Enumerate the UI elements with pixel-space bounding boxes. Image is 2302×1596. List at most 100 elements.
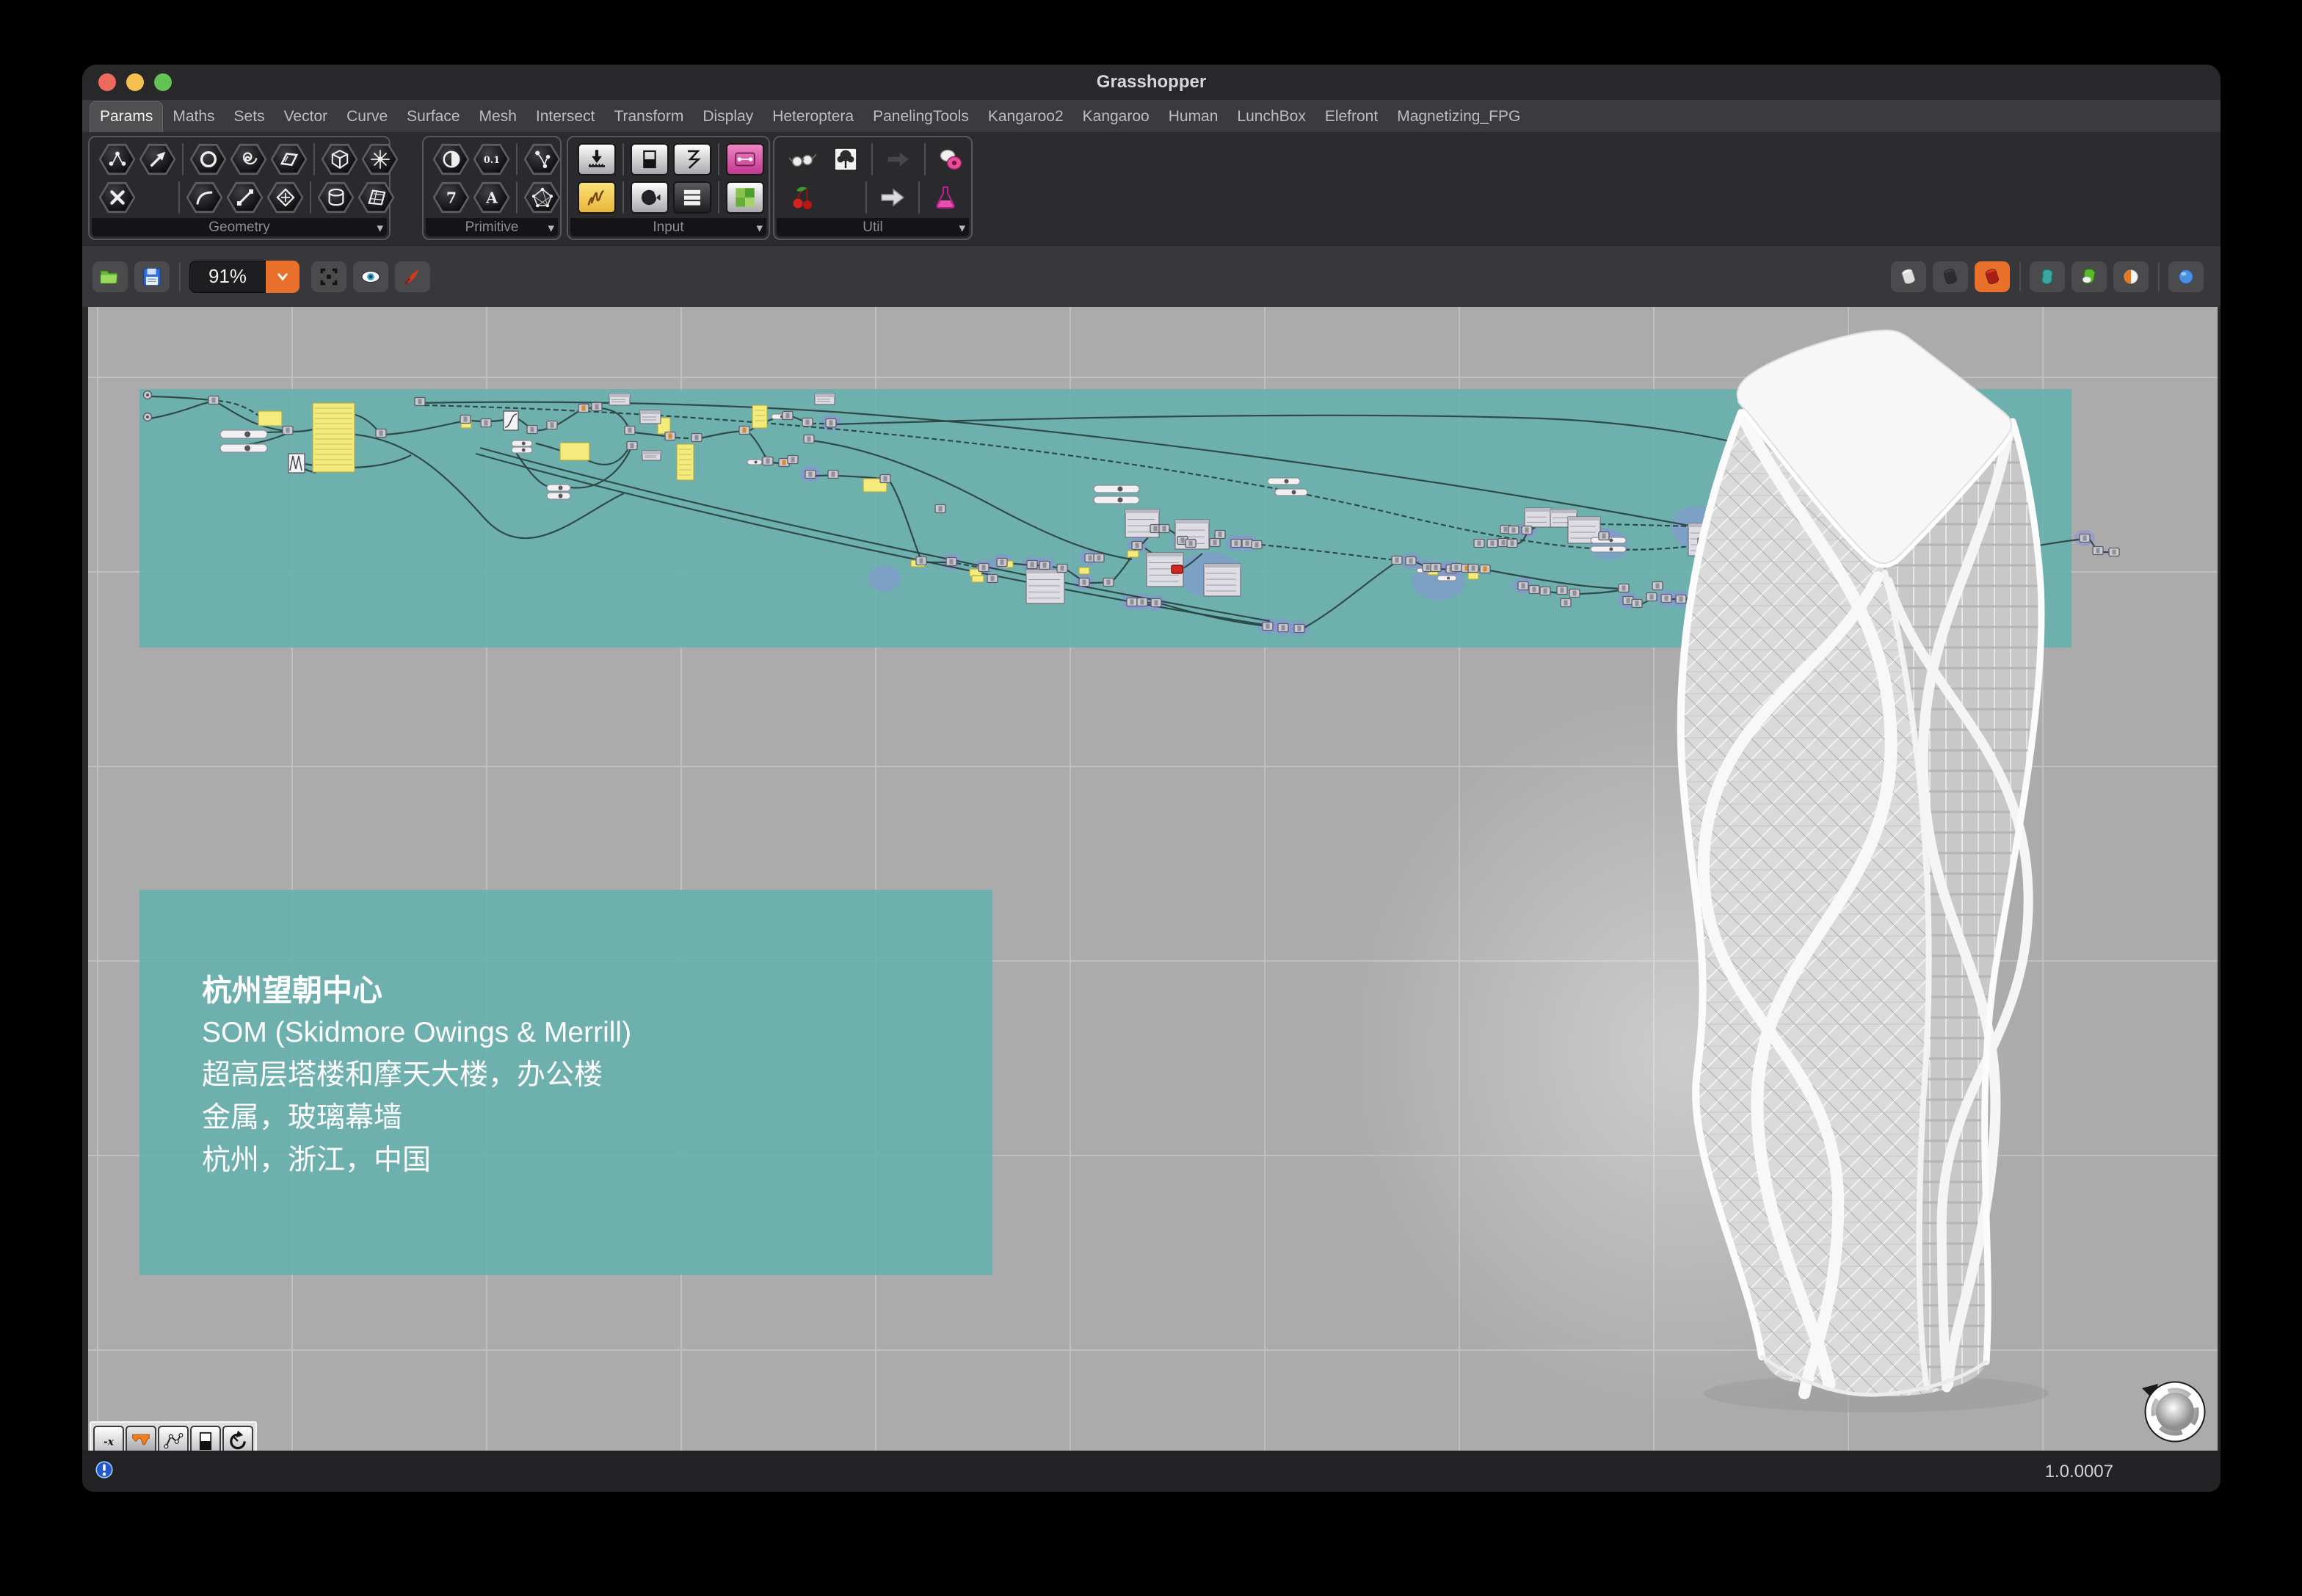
- component-slider[interactable]: [578, 143, 616, 175]
- menu-tab-vector[interactable]: Vector: [275, 102, 338, 132]
- menu-tab-curve[interactable]: Curve: [337, 102, 397, 132]
- component-point[interactable]: [98, 143, 136, 175]
- menu-tab-panelingtools[interactable]: PanelingTools: [863, 102, 978, 132]
- boolean-tile: [435, 145, 468, 173]
- minusx-button[interactable]: -x: [93, 1426, 124, 1451]
- group-separator: [516, 181, 518, 214]
- menu-tab-kangaroo[interactable]: Kangaroo: [1073, 102, 1159, 132]
- menu-tab-intersect[interactable]: Intersect: [526, 102, 605, 132]
- component-text[interactable]: A: [473, 181, 510, 214]
- project-info-line: 超高层塔楼和摩天大楼，办公楼: [202, 1059, 603, 1091]
- component-panel[interactable]: [631, 143, 669, 175]
- component-treepath[interactable]: [523, 143, 561, 175]
- folder-button[interactable]: [92, 261, 128, 292]
- panel-expand-arrow[interactable]: ▾: [959, 221, 965, 236]
- wiredraw-icon: [164, 1432, 184, 1449]
- component-mapper[interactable]: [673, 143, 711, 175]
- cyldark-button[interactable]: [1933, 261, 1968, 292]
- component-flask[interactable]: [926, 181, 965, 214]
- component-vector[interactable]: [139, 143, 176, 175]
- component-number[interactable]: 0.1: [473, 143, 510, 175]
- blobgreen-button[interactable]: [2072, 261, 2107, 292]
- component-graphmesh[interactable]: [523, 181, 561, 214]
- component-spiral[interactable]: [230, 143, 267, 175]
- menu-tab-elefront[interactable]: Elefront: [1315, 102, 1387, 132]
- component-treeimg[interactable]: [827, 143, 865, 175]
- project-info-line: 杭州，浙江，中国: [202, 1145, 432, 1176]
- node-group-region[interactable]: [139, 389, 2072, 648]
- pen-button[interactable]: [395, 261, 430, 292]
- group-separator: [178, 181, 180, 214]
- sphereblue-icon: [2179, 269, 2193, 284]
- zoom-level-field[interactable]: 91%: [189, 260, 266, 293]
- component-jam[interactable]: [932, 143, 970, 175]
- component-mesh[interactable]: [361, 143, 399, 175]
- menu-tab-heteroptera[interactable]: Heteroptera: [763, 102, 863, 132]
- title-bar[interactable]: Grasshopper: [82, 65, 2221, 100]
- menu-tab-magnetizing_fpg[interactable]: Magnetizing_FPG: [1387, 102, 1530, 132]
- panel-row: 0.1: [431, 143, 562, 175]
- component-boolean[interactable]: [432, 143, 470, 175]
- minusx-icon: -x: [104, 1437, 115, 1448]
- panelbw-button[interactable]: [190, 1426, 221, 1451]
- sphereblue-button[interactable]: [2168, 261, 2204, 292]
- sphereorange-button[interactable]: [2113, 261, 2149, 292]
- menu-tab-params[interactable]: Params: [90, 101, 164, 132]
- panel-row: [576, 181, 766, 214]
- canvas-compass-ball[interactable]: [2129, 1368, 2210, 1448]
- graphmesh-tile: [526, 184, 559, 211]
- drip-button[interactable]: [126, 1426, 156, 1451]
- component-field[interactable]: [266, 181, 304, 214]
- component-plane[interactable]: [270, 143, 308, 175]
- component-xyz[interactable]: [98, 181, 136, 214]
- panel-expand-arrow[interactable]: ▾: [548, 221, 554, 236]
- component-arrowdark[interactable]: [879, 143, 918, 175]
- component-integer[interactable]: 7: [432, 181, 470, 214]
- component-cylinder[interactable]: [317, 181, 355, 214]
- integer-icon: 7: [446, 189, 456, 207]
- component-glasses[interactable]: [784, 143, 822, 175]
- xyz-tile: [101, 184, 134, 211]
- cylred-button[interactable]: [1975, 261, 2010, 292]
- component-knob[interactable]: [631, 181, 669, 214]
- component-box[interactable]: [321, 143, 358, 175]
- component-valuelist[interactable]: [673, 181, 711, 214]
- treeimg-icon: [834, 148, 857, 171]
- panel-expand-arrow[interactable]: ▾: [756, 221, 763, 236]
- zoom-dropdown-button[interactable]: [266, 260, 299, 293]
- text-icon: A: [485, 189, 498, 207]
- toolbar-separator: [2158, 261, 2160, 291]
- box-icon: [331, 149, 348, 170]
- menu-tab-surface[interactable]: Surface: [397, 102, 469, 132]
- component-gradient[interactable]: [726, 143, 764, 175]
- menu-tab-sets[interactable]: Sets: [225, 102, 275, 132]
- menu-tab-maths[interactable]: Maths: [163, 102, 224, 132]
- menu-tab-transform[interactable]: Transform: [604, 102, 693, 132]
- number-icon: 0.1: [483, 155, 499, 166]
- panel-expand-arrow[interactable]: ▾: [377, 221, 383, 236]
- component-cherry[interactable]: [784, 181, 822, 214]
- component-scribble[interactable]: [578, 181, 616, 214]
- canvas[interactable]: 杭州望朝中心 SOM (Skidmore Owings & Merrill) 超高…: [88, 307, 2218, 1451]
- component-arrowlight[interactable]: [874, 181, 912, 214]
- component-surface[interactable]: [357, 181, 395, 214]
- project-info-group[interactable]: 杭州望朝中心 SOM (Skidmore Owings & Merrill) 超高…: [139, 890, 992, 1275]
- extents-button[interactable]: [311, 261, 346, 292]
- blobteal-button[interactable]: [2030, 261, 2065, 292]
- component-arc[interactable]: [186, 181, 223, 214]
- menu-tab-display[interactable]: Display: [693, 102, 763, 132]
- component-line[interactable]: [226, 181, 264, 214]
- wiredraw-button[interactable]: [158, 1426, 189, 1451]
- menu-tab-lunchbox[interactable]: LunchBox: [1227, 102, 1315, 132]
- menu-tab-human[interactable]: Human: [1159, 102, 1228, 132]
- component-circle[interactable]: [189, 143, 227, 175]
- component-swatch[interactable]: [726, 181, 764, 214]
- menu-tab-mesh[interactable]: Mesh: [470, 102, 526, 132]
- floppy-icon: [143, 267, 161, 286]
- timer-button[interactable]: [222, 1426, 253, 1451]
- floppy-button[interactable]: [134, 261, 170, 292]
- alert-icon[interactable]: [92, 1458, 116, 1485]
- cylwhite-button[interactable]: [1891, 261, 1926, 292]
- menu-tab-kangaroo2[interactable]: Kangaroo2: [978, 102, 1073, 132]
- eye-button[interactable]: [353, 261, 388, 292]
